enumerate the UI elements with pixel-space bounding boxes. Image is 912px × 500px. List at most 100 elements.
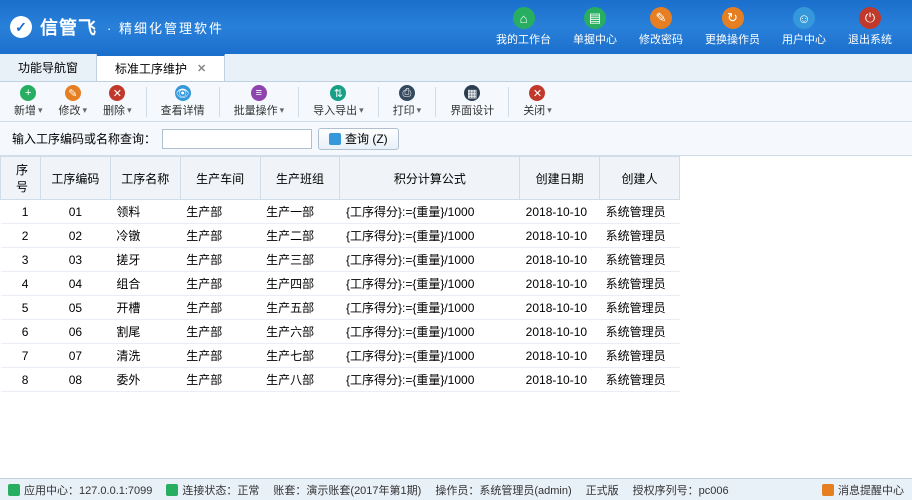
delete-icon: ✕	[109, 85, 125, 101]
workbench-icon: ⌂	[513, 7, 535, 29]
search-icon	[329, 133, 341, 145]
search-button[interactable]: 查询 (Z)	[318, 128, 399, 150]
search-input[interactable]	[162, 129, 312, 149]
table-row[interactable]: 1 01 领料 生产部 生产一部 {工序得分}:={重量}/1000 2018-…	[1, 200, 680, 224]
cell-workshop: 生产部	[180, 344, 260, 368]
cell-workshop: 生产部	[180, 296, 260, 320]
cell-seq: 7	[1, 344, 41, 368]
switch-operator-button[interactable]: ↻更换操作员	[695, 3, 770, 51]
cell-seq: 3	[1, 248, 41, 272]
user-center-button[interactable]: ☺用户中心	[772, 3, 836, 51]
cell-seq: 1	[1, 200, 41, 224]
cell-date: 2018-10-10	[520, 224, 600, 248]
status-message-center[interactable]: 消息提醒中心	[822, 482, 904, 498]
cell-name: 领料	[110, 200, 180, 224]
table-row[interactable]: 7 07 清洗 生产部 生产七部 {工序得分}:={重量}/1000 2018-…	[1, 344, 680, 368]
print-icon: ⎙	[399, 85, 415, 101]
change-password-button[interactable]: ✎修改密码	[629, 3, 693, 51]
logo-subtitle: · 精细化管理软件	[107, 18, 224, 37]
cell-creator: 系统管理员	[600, 368, 680, 392]
col-creator[interactable]: 创建人	[600, 157, 680, 200]
edit-button[interactable]: ✎修改▾	[53, 83, 94, 120]
batch-icon: ≡	[251, 85, 267, 101]
cell-code: 08	[40, 368, 110, 392]
table-row[interactable]: 2 02 冷镦 生产部 生产二部 {工序得分}:={重量}/1000 2018-…	[1, 224, 680, 248]
logo-area: ✓ 信管飞 · 精细化管理软件	[10, 14, 224, 40]
cell-workshop: 生产部	[180, 200, 260, 224]
status-app-center[interactable]: 应用中心：127.0.0.1:7099	[8, 482, 152, 498]
cell-name: 组合	[110, 272, 180, 296]
cell-code: 06	[40, 320, 110, 344]
delete-button[interactable]: ✕删除▾	[97, 83, 138, 120]
cell-team: 生产六部	[260, 320, 340, 344]
cell-formula: {工序得分}:={重量}/1000	[340, 296, 520, 320]
cell-creator: 系统管理员	[600, 296, 680, 320]
exit-button[interactable]: ⏻退出系统	[838, 3, 902, 51]
view-details-button[interactable]: 👁查看详情	[155, 83, 211, 120]
close-icon[interactable]: ✕	[197, 62, 206, 75]
status-connection: 连接状态：正常	[166, 482, 259, 498]
table-header-row: 序号 工序编码 工序名称 生产车间 生产班组 积分计算公式 创建日期 创建人	[1, 157, 680, 200]
table-row[interactable]: 8 08 委外 生产部 生产八部 {工序得分}:={重量}/1000 2018-…	[1, 368, 680, 392]
cell-formula: {工序得分}:={重量}/1000	[340, 272, 520, 296]
print-button[interactable]: ⎙打印▾	[387, 83, 428, 120]
msg-icon	[822, 484, 834, 496]
cell-seq: 2	[1, 224, 41, 248]
col-workshop[interactable]: 生产车间	[180, 157, 260, 200]
cell-team: 生产二部	[260, 224, 340, 248]
search-bar: 输入工序编码或名称查询： 查询 (Z)	[0, 122, 912, 156]
table-row[interactable]: 6 06 割尾 生产部 生产六部 {工序得分}:={重量}/1000 2018-…	[1, 320, 680, 344]
col-formula[interactable]: 积分计算公式	[340, 157, 520, 200]
cell-workshop: 生产部	[180, 248, 260, 272]
table-row[interactable]: 3 03 搓牙 生产部 生产三部 {工序得分}:={重量}/1000 2018-…	[1, 248, 680, 272]
table-row[interactable]: 4 04 组合 生产部 生产四部 {工序得分}:={重量}/1000 2018-…	[1, 272, 680, 296]
doc-center-icon: ▤	[584, 7, 606, 29]
chevron-down-icon: ▾	[280, 105, 285, 116]
new-button[interactable]: +新增▾	[8, 83, 49, 120]
import-export-button[interactable]: ⇅导入导出▾	[307, 83, 370, 120]
table-row[interactable]: 5 05 开槽 生产部 生产五部 {工序得分}:={重量}/1000 2018-…	[1, 296, 680, 320]
doc-center-button[interactable]: ▤单据中心	[563, 3, 627, 51]
cell-creator: 系统管理员	[600, 320, 680, 344]
status-edition: 正式版	[586, 482, 619, 498]
cell-name: 冷镦	[110, 224, 180, 248]
tab-navigation[interactable]: 功能导航窗	[0, 54, 97, 81]
cell-workshop: 生产部	[180, 224, 260, 248]
cell-team: 生产一部	[260, 200, 340, 224]
cell-code: 04	[40, 272, 110, 296]
workbench-button[interactable]: ⌂我的工作台	[486, 3, 561, 51]
conn-icon	[166, 484, 178, 496]
tab-bar: 功能导航窗 标准工序维护✕	[0, 54, 912, 82]
status-operator: 操作员：系统管理员(admin)	[435, 482, 571, 498]
col-name[interactable]: 工序名称	[110, 157, 180, 200]
exit-icon: ⏻	[859, 7, 881, 29]
ui-design-button[interactable]: ▦界面设计	[444, 83, 500, 120]
app-header: ✓ 信管飞 · 精细化管理软件 ⌂我的工作台 ▤单据中心 ✎修改密码 ↻更换操作…	[0, 0, 912, 54]
cell-team: 生产四部	[260, 272, 340, 296]
cell-formula: {工序得分}:={重量}/1000	[340, 368, 520, 392]
chevron-down-icon: ▾	[127, 105, 132, 116]
search-label: 输入工序编码或名称查询：	[12, 130, 156, 147]
cell-team: 生产三部	[260, 248, 340, 272]
status-account: 账套：演示账套(2017年第1期)	[273, 482, 421, 498]
cell-code: 05	[40, 296, 110, 320]
col-date[interactable]: 创建日期	[520, 157, 600, 200]
cell-date: 2018-10-10	[520, 368, 600, 392]
cell-date: 2018-10-10	[520, 248, 600, 272]
tab-process-maintain[interactable]: 标准工序维护✕	[97, 54, 225, 81]
status-bar: 应用中心：127.0.0.1:7099 连接状态：正常 账套：演示账套(2017…	[0, 478, 912, 500]
cell-creator: 系统管理员	[600, 272, 680, 296]
col-seq[interactable]: 序号	[1, 157, 41, 200]
close-button[interactable]: ✕关闭▾	[517, 83, 558, 120]
col-team[interactable]: 生产班组	[260, 157, 340, 200]
chevron-down-icon: ▾	[83, 105, 88, 116]
cell-creator: 系统管理员	[600, 344, 680, 368]
chevron-down-icon: ▾	[417, 105, 422, 116]
cell-code: 01	[40, 200, 110, 224]
cell-name: 委外	[110, 368, 180, 392]
cell-seq: 6	[1, 320, 41, 344]
header-buttons: ⌂我的工作台 ▤单据中心 ✎修改密码 ↻更换操作员 ☺用户中心 ⏻退出系统	[486, 3, 902, 51]
batch-button[interactable]: ≡批量操作▾	[228, 83, 291, 120]
cell-creator: 系统管理员	[600, 224, 680, 248]
col-code[interactable]: 工序编码	[40, 157, 110, 200]
